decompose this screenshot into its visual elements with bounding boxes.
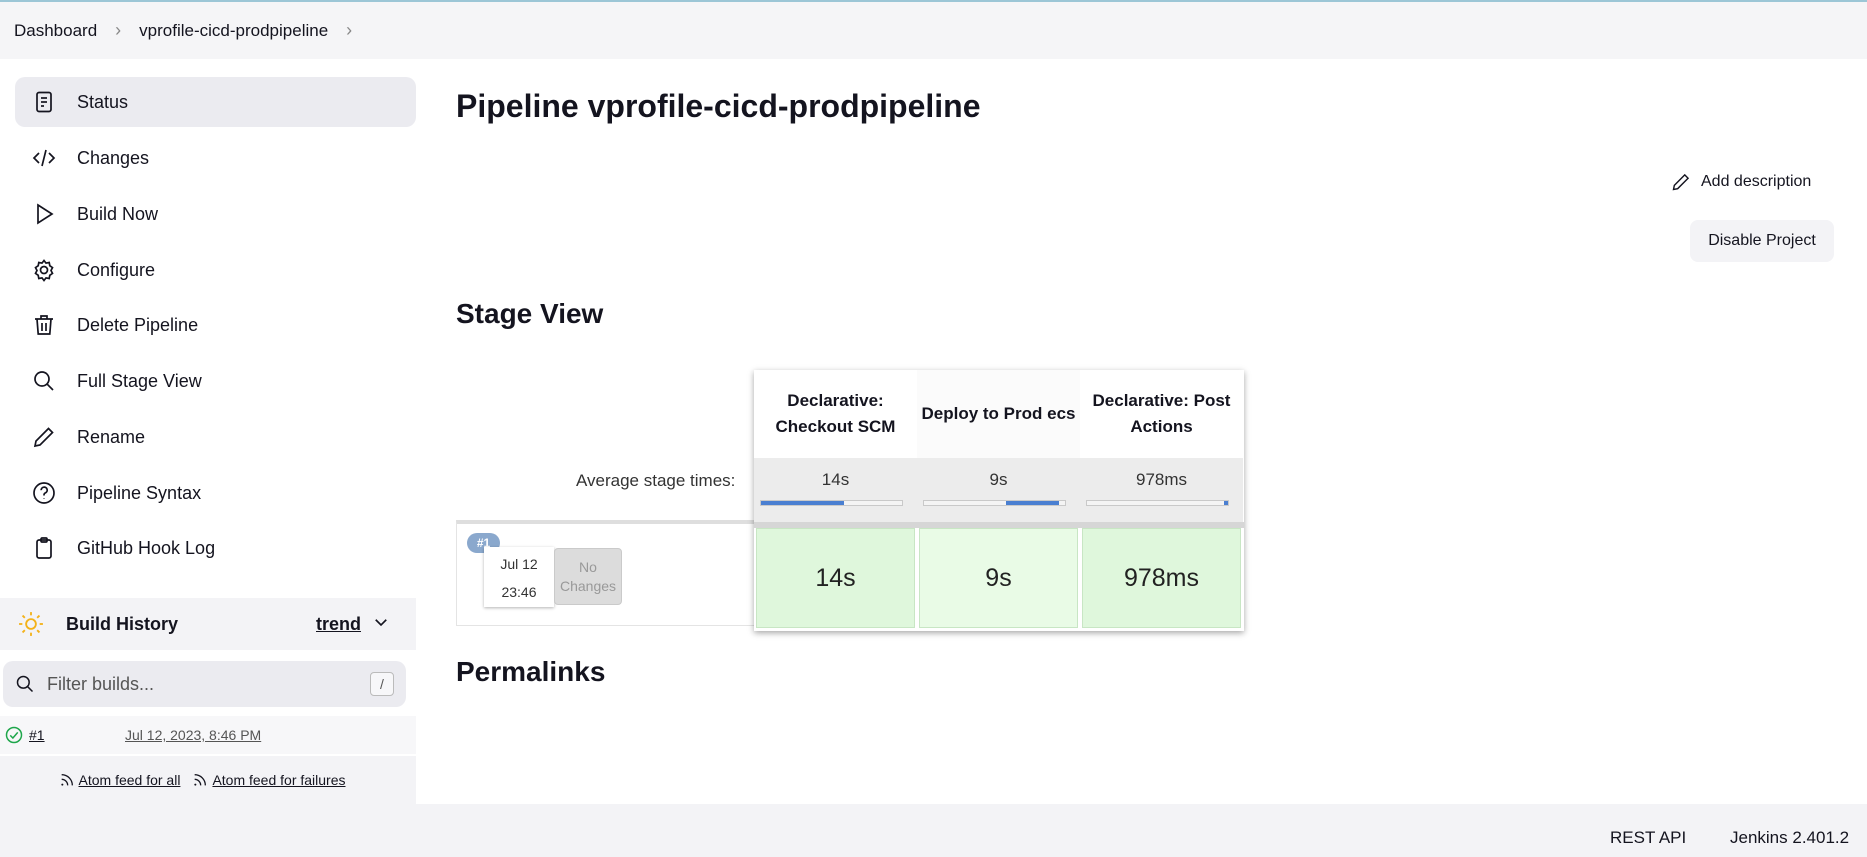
stage-average-fill [1223,501,1228,505]
stage-run-cell[interactable]: 9s [919,528,1078,628]
breadcrumb-separator-icon: › [115,20,122,40]
stage-view-title: Stage View [456,298,604,329]
atom-feed-all-link[interactable]: Atom feed for all [79,772,181,788]
sidebar-item-label: Pipeline Syntax [77,482,202,503]
search-icon [31,368,57,394]
breadcrumb-pipeline[interactable]: vprofile-cicd-prodpipeline [139,21,328,41]
page-title: Pipeline vprofile-cicd-prodpipeline [456,88,981,124]
sidebar-item-label: Changes [77,147,150,168]
help-icon [31,480,57,506]
build-date-box: Jul 12 23:46 [484,547,554,607]
stage-run-cell[interactable]: 14s [756,528,915,628]
breadcrumb-dashboard[interactable]: Dashboard [14,21,97,41]
stage-average-bar [1086,500,1229,506]
success-check-icon [5,726,23,744]
rss-icon [194,774,207,786]
jenkins-version-link[interactable]: Jenkins 2.401.2 [1730,828,1849,848]
sidebar-item-pipeline-syntax[interactable]: Pipeline Syntax [15,468,416,518]
gear-icon [31,257,57,283]
rss-icon [60,774,73,786]
build-run-date: Jul 12 [500,556,538,572]
sidebar-item-label: Configure [77,259,156,280]
search-icon [16,675,34,693]
footer: REST API Jenkins 2.401.2 [0,804,1867,857]
sidebar-item-label: Rename [77,426,146,447]
sidebar-item-delete-pipeline[interactable]: Delete Pipeline [15,300,416,350]
stage-average-time: 978ms [1135,470,1188,489]
status-icon [31,89,57,115]
stage-average-cell: 978ms [1080,458,1243,522]
permalinks-title: Permalinks [456,656,606,687]
build-history-title: Build History [66,613,179,634]
stage-header: Deploy to Prod ecs [917,370,1080,458]
stage-average-bar [923,500,1066,506]
sidebar-item-configure[interactable]: Configure [15,245,416,295]
sidebar-item-label: GitHub Hook Log [77,537,216,558]
sidebar-item-label: Delete Pipeline [77,314,199,335]
stage-average-fill [761,501,845,505]
stage-average-bar [760,500,903,506]
sidebar-item-full-stage-view[interactable]: Full Stage View [15,356,416,406]
rest-api-link[interactable]: REST API [1610,828,1686,848]
sidebar-item-label: Status [77,91,129,112]
filter-builds-input[interactable] [47,673,367,695]
build-run-time: 23:46 [501,584,537,600]
no-changes-box[interactable]: No Changes [554,548,622,605]
add-description-label: Add description [1701,173,1812,190]
chevron-down-icon[interactable] [372,613,390,631]
add-description-link[interactable]: Add description [1671,172,1811,192]
stage-header: Declarative: Checkout SCM [775,391,896,436]
sidebar-item-label: Build Now [77,203,159,224]
stage-average-cell: 14s [754,458,917,522]
sidebar-item-status[interactable]: Status [15,77,416,127]
sidebar-item-label: Full Stage View [77,370,202,391]
filter-builds-field: / [3,661,406,707]
stage-view-table: Declarative: Checkout SCM Deploy to Prod… [754,370,1244,631]
atom-feed-failures-link[interactable]: Atom feed for failures [212,772,345,788]
code-icon [31,145,57,171]
keyboard-shortcut-hint: / [370,672,394,696]
build-date-link[interactable]: Jul 12, 2023, 8:46 PM [125,727,261,743]
build-row: #1 Jul 12, 2023, 8:46 PM [0,716,416,754]
atom-feeds: Atom feed for all Atom feed for failures [0,756,416,804]
stage-run-cell[interactable]: 978ms [1082,528,1241,628]
clipboard-icon [31,535,57,561]
build-history-header: Build History trend [0,598,416,650]
trash-icon [31,312,57,338]
breadcrumb-chevron-icon[interactable]: › [346,20,352,41]
build-number-link[interactable]: #1 [29,727,45,743]
stage-average-time: 9s [989,470,1008,489]
breadcrumb: Dashboard › vprofile-cicd-prodpipeline › [0,2,1867,59]
average-stage-times-label: Average stage times: [576,471,736,490]
sidebar-item-changes[interactable]: Changes [15,133,416,183]
stage-average-fill [1005,501,1060,505]
pencil-icon [1672,173,1690,191]
pencil-icon [31,424,57,450]
play-icon [31,201,57,227]
stage-header: Declarative: Post Actions [1092,391,1231,436]
trend-link[interactable]: trend [316,614,361,635]
stage-average-time: 14s [821,470,850,489]
stage-average-cell: 9s [917,458,1080,522]
disable-project-button[interactable]: Disable Project [1690,220,1834,262]
sidebar-item-github-hook-log[interactable]: GitHub Hook Log [15,523,416,573]
sun-icon [19,612,43,636]
sidebar-item-rename[interactable]: Rename [15,412,416,462]
sidebar-item-build-now[interactable]: Build Now [15,189,416,239]
